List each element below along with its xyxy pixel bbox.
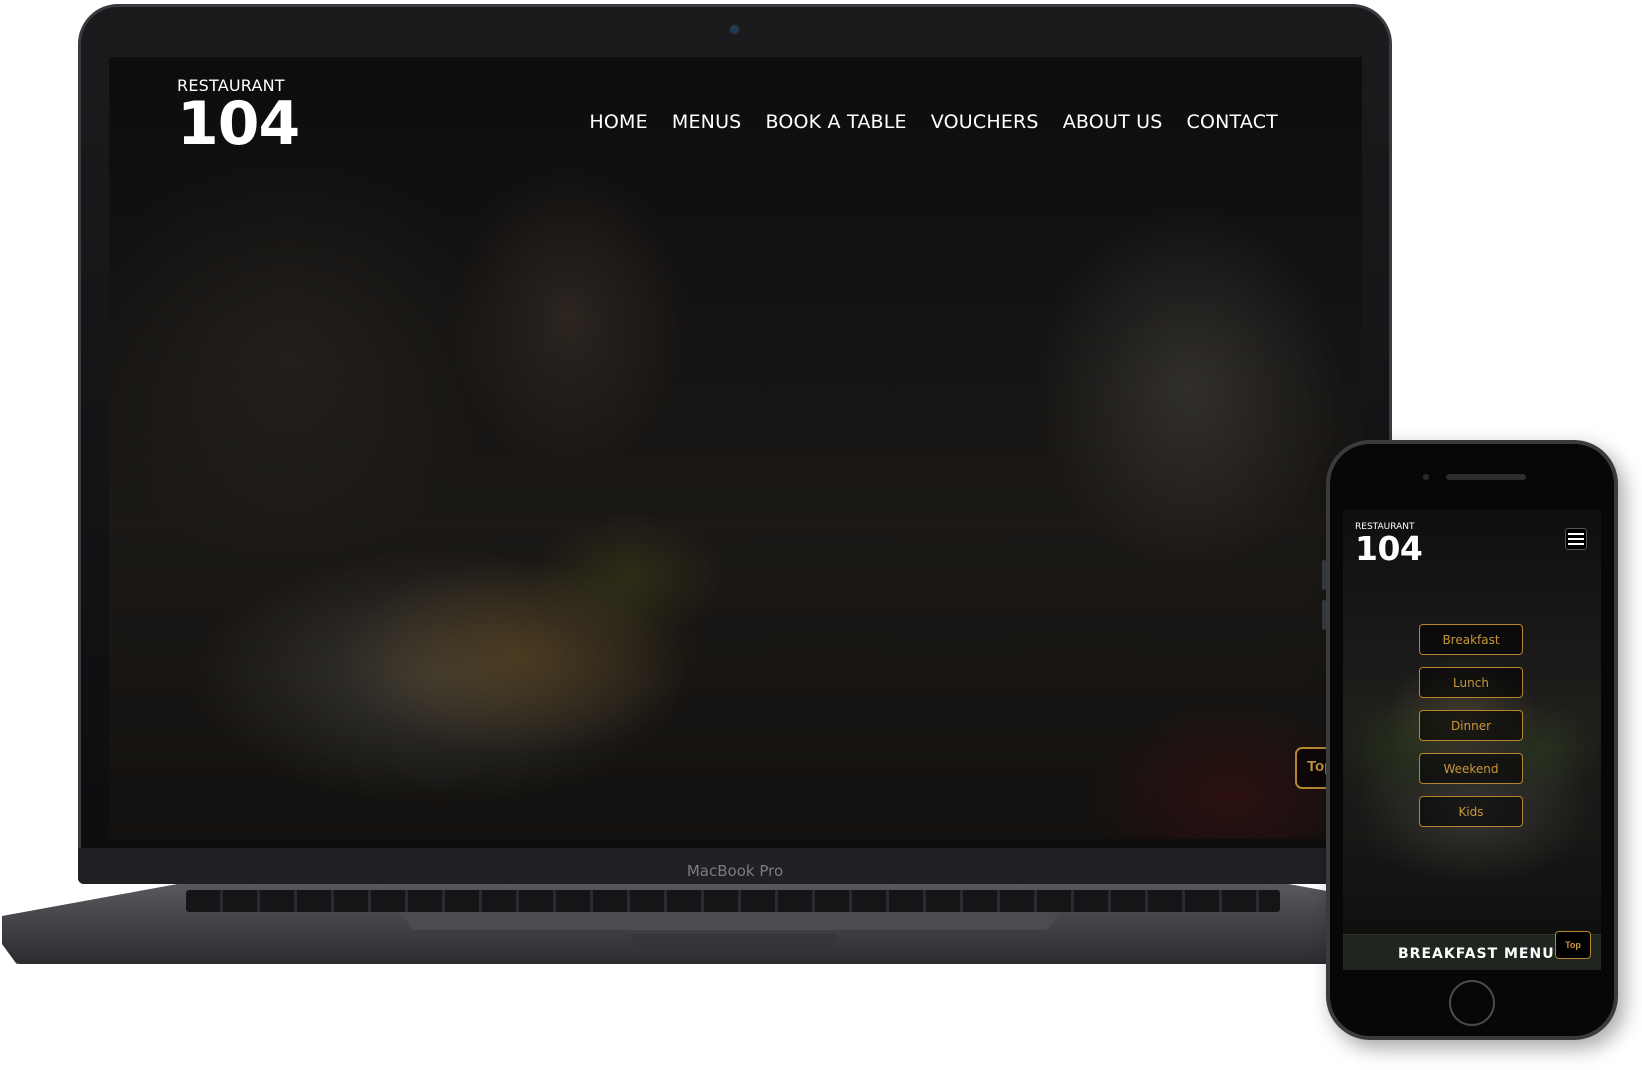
phone-speaker xyxy=(1446,474,1526,480)
hamburger-bar xyxy=(1568,543,1584,545)
phone-back-to-top-button[interactable]: Top xyxy=(1555,931,1591,959)
laptop-notch xyxy=(631,934,837,948)
nav-home[interactable]: HOME xyxy=(589,111,647,133)
keyboard xyxy=(186,890,1280,912)
weekend-button[interactable]: Weekend xyxy=(1419,753,1523,784)
nav-vouchers[interactable]: VOUCHERS xyxy=(931,111,1039,133)
logo-number: 104 xyxy=(177,89,300,159)
phone-site-logo[interactable]: RESTAURANT 104 xyxy=(1355,522,1423,568)
menu-button-list: Breakfast Lunch Dinner Weekend Kids xyxy=(1419,624,1523,827)
phone-home-button[interactable] xyxy=(1449,980,1495,1026)
laptop-screen: RESTAURANT 104 HOME MENUS BOOK A TABLE V… xyxy=(109,57,1362,839)
kids-button[interactable]: Kids xyxy=(1419,796,1523,827)
laptop-model-label: MacBook Pro xyxy=(686,862,784,880)
hamburger-icon[interactable] xyxy=(1565,528,1587,550)
phone-screen: RESTAURANT 104 Breakfast Lunch Dinner We… xyxy=(1343,510,1601,970)
site-logo[interactable]: RESTAURANT 104 xyxy=(177,77,300,159)
breakfast-button[interactable]: Breakfast xyxy=(1419,624,1523,655)
nav-about-us[interactable]: ABOUT US xyxy=(1063,111,1163,133)
phone-logo-number: 104 xyxy=(1355,529,1423,568)
hero-overlay xyxy=(109,57,1362,839)
footer-menu-title: BREAKFAST MENU xyxy=(1398,946,1555,962)
hamburger-bar xyxy=(1568,533,1584,535)
dinner-button[interactable]: Dinner xyxy=(1419,710,1523,741)
front-camera-icon xyxy=(1423,474,1429,480)
main-nav: HOME MENUS BOOK A TABLE VOUCHERS ABOUT U… xyxy=(589,111,1278,133)
nav-menus[interactable]: MENUS xyxy=(672,111,742,133)
phone-footer-bar: BREAKFAST MENU Top xyxy=(1343,931,1601,970)
nav-book-a-table[interactable]: BOOK A TABLE xyxy=(765,111,906,133)
lunch-button[interactable]: Lunch xyxy=(1419,667,1523,698)
hamburger-bar xyxy=(1568,538,1584,540)
camera-icon xyxy=(731,26,738,33)
nav-contact[interactable]: CONTACT xyxy=(1186,111,1278,133)
trackpad xyxy=(400,912,1060,930)
